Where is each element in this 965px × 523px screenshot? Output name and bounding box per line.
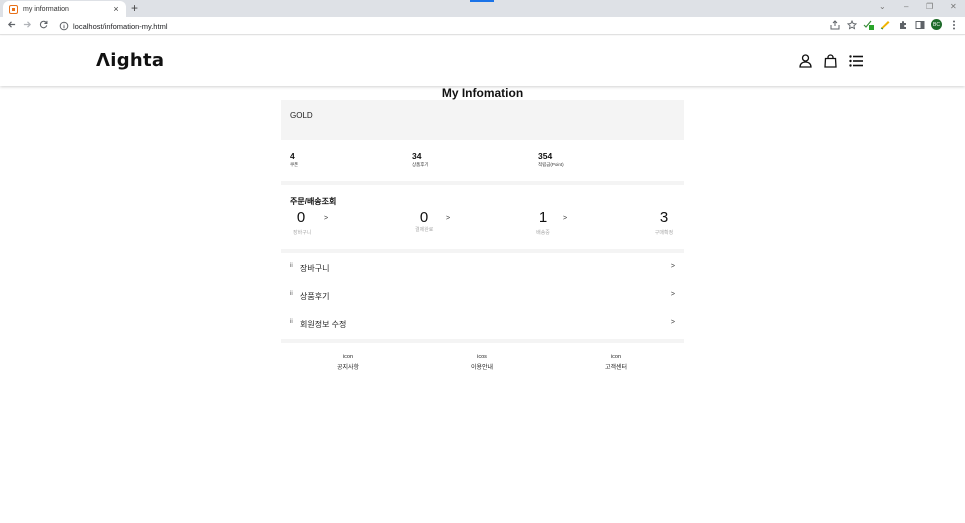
stat-value: 354 [538,151,553,161]
footer-link-label: 고객센터 [604,365,628,371]
menu-bullet: ii [290,263,293,269]
order-step-label: 구매확정 [654,230,674,236]
order-step-count: 0 [419,209,429,226]
order-arrow: > [324,215,329,222]
stat-label: 적립금(Point) [538,162,564,167]
section-divider [281,249,684,253]
tabstrip-indicator [470,0,494,2]
chevron-right-icon: > [670,319,675,326]
menu-bullet: ii [290,291,293,297]
order-step-count: 0 [296,209,306,226]
footer-link-label: 이용안내 [470,365,494,371]
extension-pen-icon[interactable] [880,19,891,30]
reload-icon[interactable] [35,20,51,32]
menu-item-cart[interactable]: ii 장바구니 > [281,254,684,282]
order-arrow: > [446,215,451,222]
profile-avatar[interactable]: BC [931,19,942,30]
page-title: My Infomation [441,86,524,100]
site-info-icon[interactable] [59,21,69,31]
footer-link-guide[interactable]: icos 이용안내 [452,354,512,371]
bookmark-star-icon[interactable] [846,19,857,30]
close-window-button[interactable]: ✕ [950,2,957,11]
minimize-button[interactable]: – [904,2,908,11]
side-panel-icon[interactable] [914,19,925,30]
menu-item-label: 상품후기 [300,292,330,301]
order-step-confirmed[interactable]: 3 구매확정 [652,209,676,236]
browser-tabstrip: my information × + ⌄ – ❐ ✕ [0,0,965,17]
address-bar[interactable]: localhost/infomation-my.html [55,19,865,33]
order-step-cart[interactable]: 0 장바구니 [293,209,312,236]
chevron-right-icon: > [670,263,675,270]
share-icon[interactable] [829,19,840,30]
guide-icon: icos [477,354,487,360]
stats-row: 4 쿠폰 34 상품후기 354 적립금(Point) [281,148,684,182]
menu-kebab-icon[interactable] [948,19,959,30]
stat-label: 쿠폰 [290,162,299,167]
menu-item-reviews[interactable]: ii 상품후기 > [281,282,684,310]
section-divider [281,181,684,185]
order-step-count: 1 [538,209,548,226]
tab-search-icon[interactable]: ⌄ [879,2,886,11]
order-step-label: 장바구니 [293,230,312,236]
back-arrow-icon[interactable] [3,20,19,32]
stat-coupon[interactable]: 4 쿠폰 [290,151,298,168]
order-status-section: 주문/배송조회 0 장바구니 > 0 결제완료 > 1 배송중 > 3 구매확정 [281,190,684,248]
extensions-puzzle-icon[interactable] [897,19,908,30]
grade-label: GOLD [290,111,313,120]
footer-link-notice[interactable]: icon 공지사항 [318,354,378,371]
notice-icon: icon [342,354,354,360]
order-arrow: > [563,215,568,222]
browser-tab[interactable]: my information × [3,1,126,17]
stat-value: 4 [290,151,295,161]
tab-title: my information [23,5,69,13]
user-icon[interactable] [799,54,812,68]
stat-value: 34 [412,151,422,161]
section-divider [281,339,684,343]
site-header: Λighta [0,36,965,86]
order-status-title: 주문/배송조회 [290,197,337,206]
stat-reviews[interactable]: 34 상품후기 [412,151,429,168]
menu-item-edit-profile[interactable]: ii 회원정보 수정 > [281,310,684,338]
footer-link-label: 공지사항 [336,365,360,371]
forward-arrow-icon[interactable] [19,20,35,32]
extension-ok-icon[interactable] [863,19,874,30]
footer-links: icon 공지사항 icos 이용안내 icon 고객센터 [281,354,684,378]
membership-grade: GOLD [281,100,684,140]
stat-points[interactable]: 354 적립금(Point) [538,151,564,168]
account-menu: ii 장바구니 > ii 상품후기 > ii 회원정보 수정 > [281,254,684,338]
order-step-paid[interactable]: 0 결제완료 [415,209,433,233]
browser-toolbar: localhost/infomation-my.html BC [0,17,965,35]
order-step-label: 결제완료 [415,227,434,233]
order-step-shipping[interactable]: 1 배송중 [535,209,551,236]
new-tab-button[interactable]: + [131,1,138,15]
stat-label: 상품후기 [412,162,429,167]
footer-link-support[interactable]: icon 고객센터 [586,354,646,371]
menu-item-label: 장바구니 [300,264,330,273]
support-icon: icon [610,354,622,360]
list-menu-icon[interactable] [849,54,863,68]
menu-item-label: 회원정보 수정 [300,320,347,329]
restore-button[interactable]: ❐ [926,2,933,11]
shopping-bag-icon[interactable] [824,54,837,68]
order-step-label: 배송중 [536,230,550,236]
tab-close-icon[interactable]: × [110,4,122,14]
chevron-right-icon: > [670,291,675,298]
menu-bullet: ii [290,319,293,325]
favicon-icon [9,4,18,14]
logo[interactable]: Λighta [96,50,164,71]
order-step-count: 3 [659,209,669,226]
url-text[interactable]: localhost/infomation-my.html [73,22,167,31]
